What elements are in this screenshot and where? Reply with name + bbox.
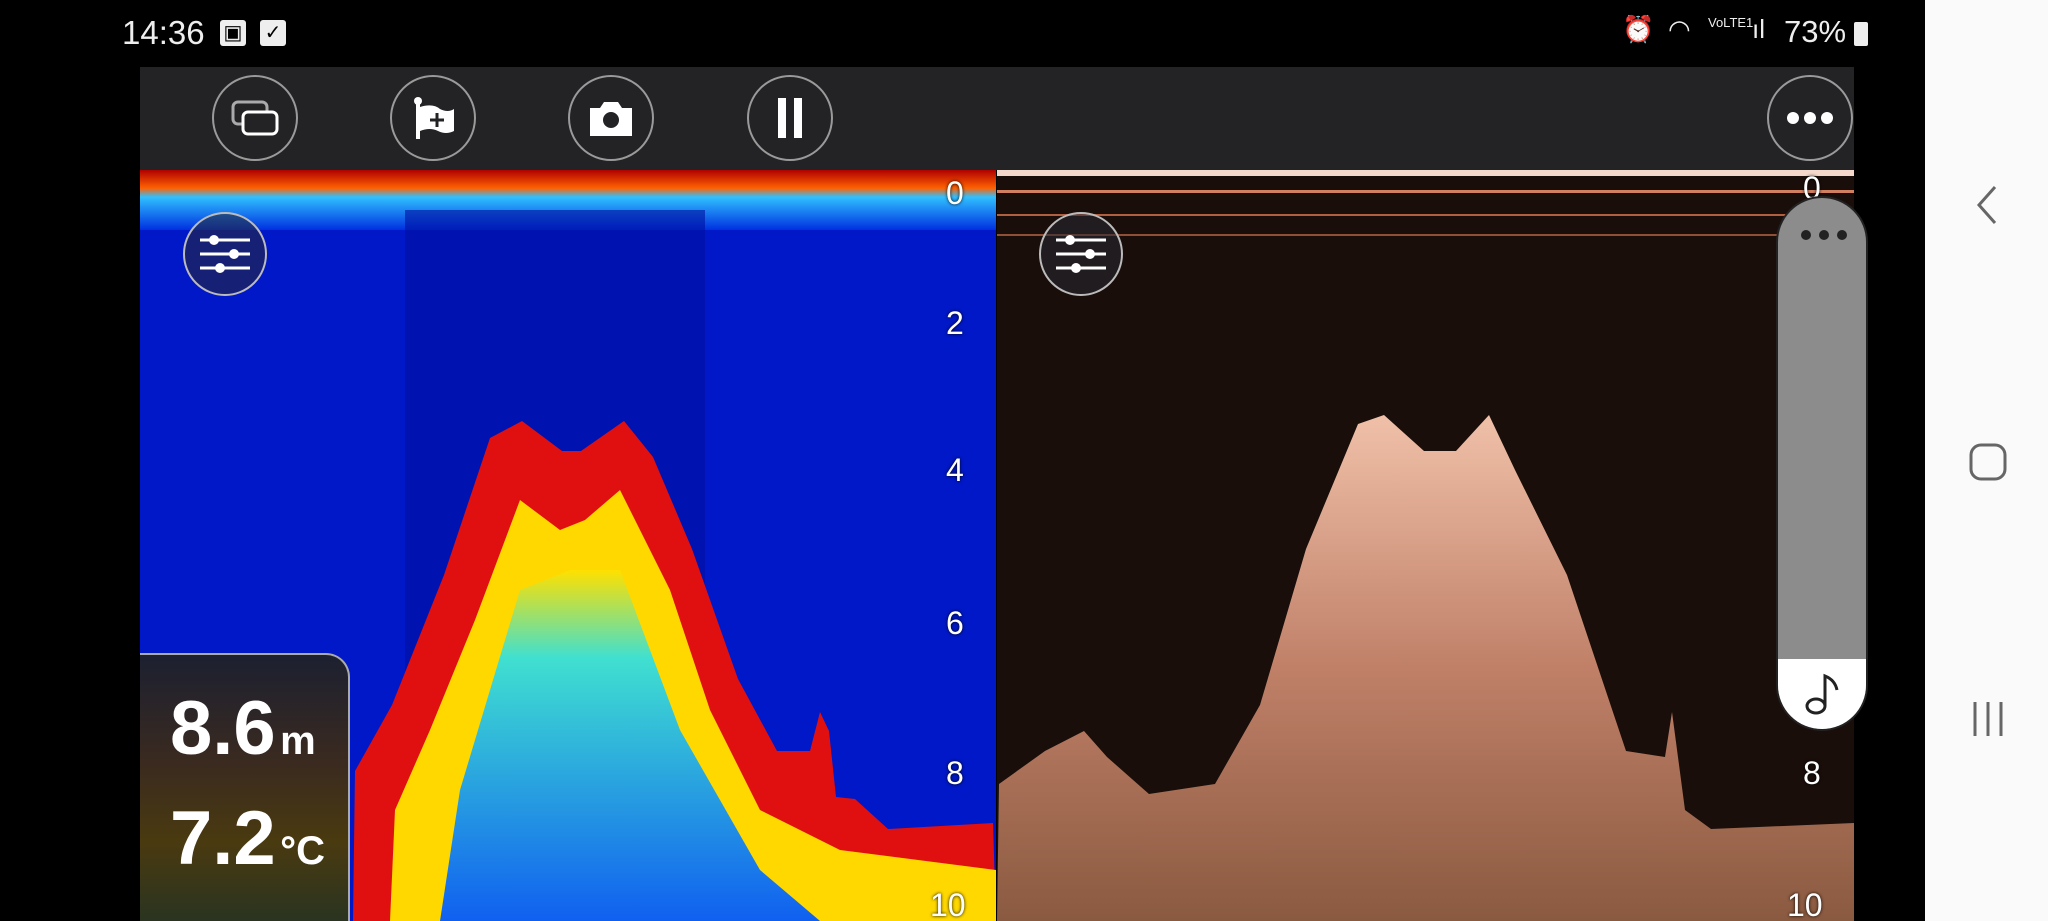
battery-percent: 73% — [1784, 14, 1847, 49]
right-filter-button[interactable] — [1039, 212, 1123, 296]
sensitivity-slider[interactable] — [1776, 196, 1868, 731]
music-note-icon — [1805, 673, 1839, 715]
more-button[interactable] — [1767, 75, 1853, 161]
pause-icon — [778, 98, 802, 138]
readout-panel: 8.6 m 7.2 °C — [140, 653, 350, 921]
pause-button[interactable] — [747, 75, 833, 161]
scale-label: 8 — [1803, 755, 1821, 791]
depth-unit: m — [280, 719, 316, 763]
more-dots-icon — [1801, 230, 1847, 240]
depth-value: 8.6 — [170, 686, 276, 771]
flag-plus-icon — [414, 97, 454, 139]
checkbox-icon: ✓ — [260, 20, 286, 46]
toolbar — [140, 67, 1854, 170]
android-nav-bar — [1925, 0, 2048, 921]
screenshot-button[interactable] — [568, 75, 654, 161]
left-filter-button[interactable] — [183, 212, 267, 296]
scale-label: 8 — [946, 755, 964, 791]
signal-icon: ıl — [1752, 14, 1765, 44]
scale-label: 4 — [946, 452, 964, 488]
status-time: 14:36 — [122, 14, 205, 51]
add-waypoint-button[interactable] — [390, 75, 476, 161]
scale-label: 10 — [1787, 887, 1823, 921]
scale-label: 2 — [946, 305, 964, 341]
split-view-button[interactable] — [212, 75, 298, 161]
sound-toggle-button[interactable] — [1778, 659, 1866, 729]
camera-icon — [590, 102, 632, 136]
sliders-icon — [200, 235, 250, 273]
sliders-icon — [1056, 235, 1106, 273]
sonar-sepia-view[interactable]: 0 8 10 — [997, 170, 1854, 921]
temperature-readout: 7.2 °C — [170, 795, 325, 882]
scale-label: 10 — [930, 887, 966, 921]
sonar-sepia-image — [997, 170, 1854, 921]
more-dots-icon — [1787, 112, 1833, 124]
network-label: VoLTE1 — [1708, 15, 1754, 30]
depth-readout: 8.6 m — [170, 685, 316, 772]
wifi-icon: ◠ — [1668, 14, 1691, 44]
status-bar: 14:36 ▣ ✓ ⏰ ◠ VoLTE1 ıl 73% — [0, 0, 1925, 67]
gallery-icon: ▣ — [220, 20, 246, 46]
recents-icon[interactable] — [1970, 700, 2006, 738]
temperature-value: 7.2 — [170, 796, 276, 881]
scale-label: 6 — [946, 605, 964, 641]
battery-icon — [1854, 22, 1868, 46]
scale-label: 0 — [946, 175, 964, 211]
split-view-icon — [231, 100, 279, 136]
back-icon[interactable] — [1975, 185, 1999, 225]
temperature-unit: °C — [280, 829, 325, 873]
alarm-icon: ⏰ — [1622, 14, 1655, 44]
home-icon[interactable] — [1968, 442, 2008, 482]
